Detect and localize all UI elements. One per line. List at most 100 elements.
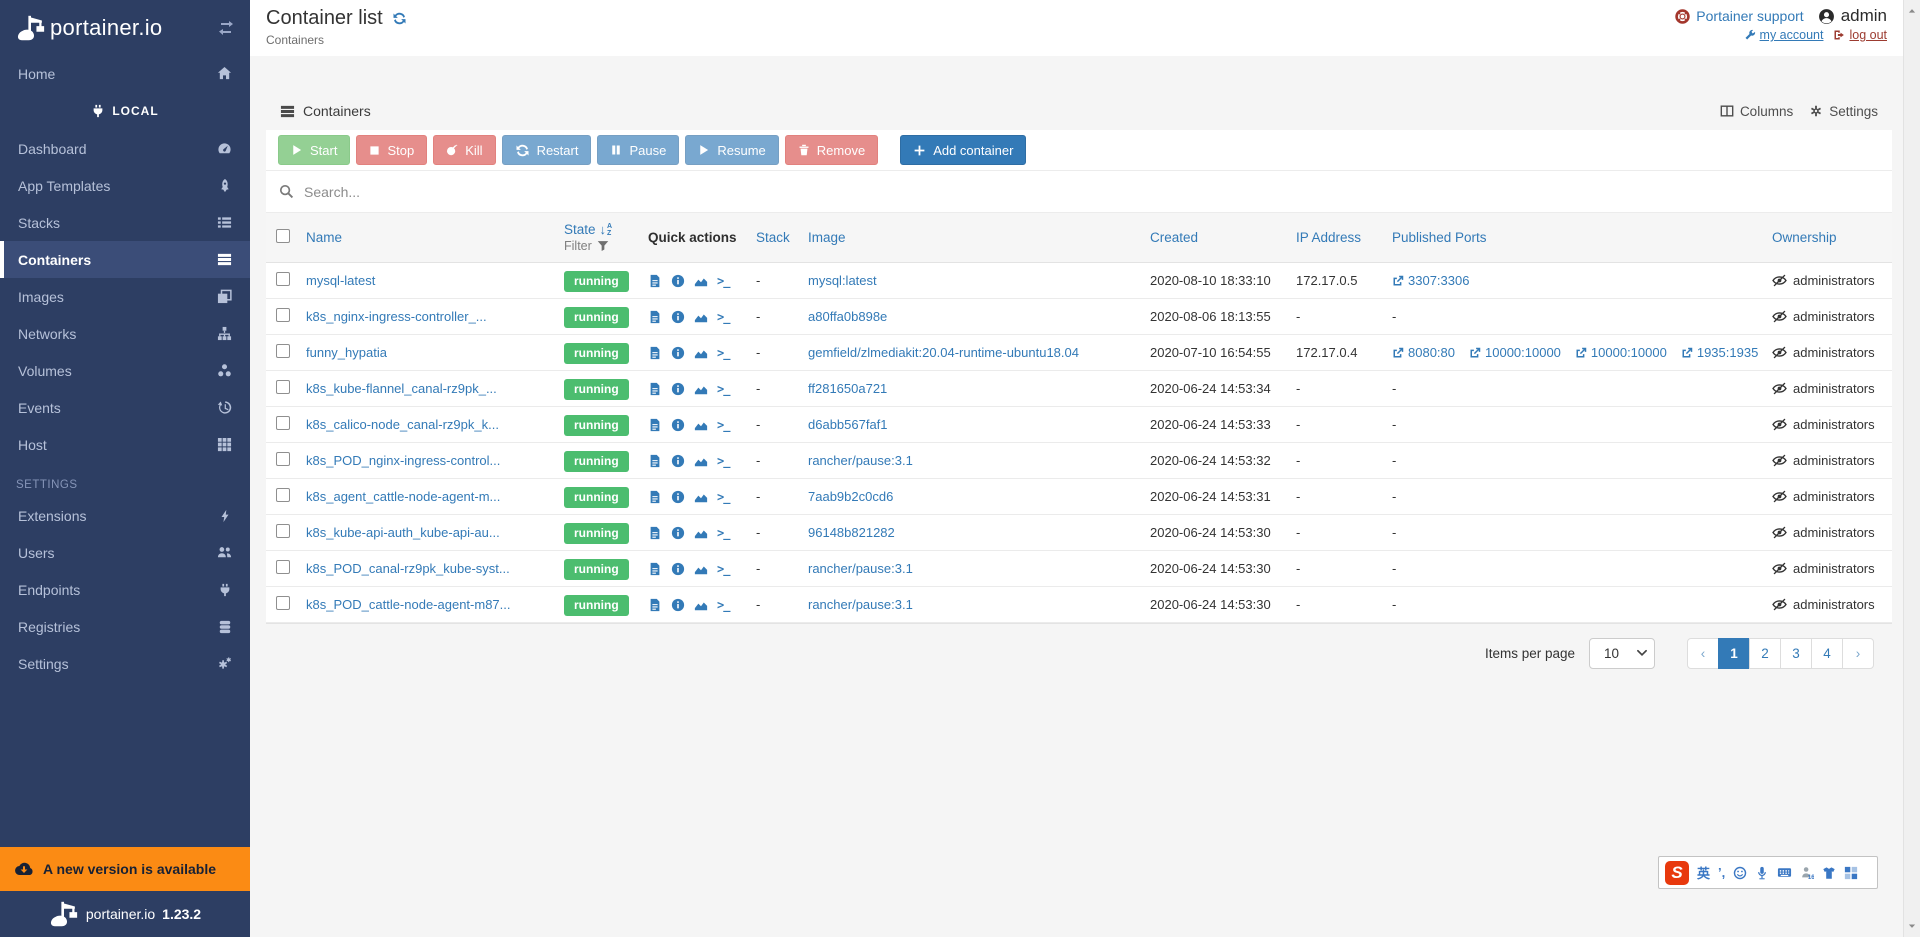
sidebar-item-dashboard[interactable]: Dashboard [0,130,250,167]
inspect-icon[interactable] [671,454,685,468]
logs-icon[interactable] [648,598,662,612]
items-per-page-select[interactable]: 10 [1589,638,1655,669]
sort-by-ports[interactable]: Published Ports [1392,230,1487,245]
console-icon[interactable]: >_ [717,526,729,540]
portainer-support-link[interactable]: Portainer support [1675,8,1803,24]
console-icon[interactable]: >_ [717,310,729,324]
container-name-link[interactable]: k8s_kube-flannel_canal-rz9pk_... [306,381,497,396]
stats-icon[interactable] [694,274,708,288]
logs-icon[interactable] [648,490,662,504]
sidebar-item-extensions[interactable]: Extensions [0,497,250,534]
microphone-icon[interactable] [1755,866,1769,880]
sidebar-collapse-icon[interactable] [218,20,234,36]
skin-shirt-icon[interactable] [1822,866,1836,880]
sort-by-ownership[interactable]: Ownership [1772,230,1837,245]
stats-icon[interactable] [694,346,708,360]
sort-by-name[interactable]: Name [306,230,342,245]
vertical-scrollbar[interactable] [1903,0,1920,937]
image-link[interactable]: a80ffa0b898e [808,309,887,324]
logs-icon[interactable] [648,562,662,576]
my-account-link[interactable]: my account [1744,28,1824,42]
stats-icon[interactable] [694,382,708,396]
container-name-link[interactable]: k8s_POD_nginx-ingress-control... [306,453,500,468]
row-checkbox[interactable] [276,416,290,430]
logs-icon[interactable] [648,382,662,396]
row-checkbox[interactable] [276,524,290,538]
sidebar-item-registries[interactable]: Registries [0,608,250,645]
row-checkbox[interactable] [276,452,290,466]
page-button-2[interactable]: 2 [1749,638,1781,669]
search-input[interactable] [304,184,1879,200]
container-name-link[interactable]: k8s_calico-node_canal-rz9pk_k... [306,417,499,432]
stats-icon[interactable] [694,454,708,468]
sidebar-item-images[interactable]: Images [0,278,250,315]
sidebar-item-settings[interactable]: Settings [0,645,250,682]
table-settings-button[interactable]: Settings [1809,104,1878,119]
row-checkbox[interactable] [276,344,290,358]
console-icon[interactable]: >_ [717,598,729,612]
row-checkbox[interactable] [276,380,290,394]
page-button-3[interactable]: 3 [1780,638,1812,669]
next-page-button[interactable]: › [1842,638,1874,669]
logs-icon[interactable] [648,346,662,360]
container-name-link[interactable]: funny_hypatia [306,345,387,360]
sidebar-item-home[interactable]: Home [0,55,250,92]
stats-icon[interactable] [694,598,708,612]
sidebar-item-endpoints[interactable]: Endpoints [0,571,250,608]
published-port-link[interactable]: 10000:10000 [1469,345,1561,360]
published-port-link[interactable]: 10000:10000 [1575,345,1667,360]
ime-language-toggle[interactable]: 英 [1697,863,1710,882]
new-version-banner[interactable]: A new version is available [0,847,250,891]
published-port-link[interactable]: 8080:80 [1392,345,1455,360]
keyboard-icon[interactable] [1777,865,1792,880]
image-link[interactable]: 96148b821282 [808,525,895,540]
logs-icon[interactable] [648,454,662,468]
console-icon[interactable]: >_ [717,562,729,576]
inspect-icon[interactable] [671,310,685,324]
page-button-4[interactable]: 4 [1811,638,1843,669]
add-container-button[interactable]: Add container [900,135,1026,165]
pause-button[interactable]: Pause [597,135,679,165]
stats-icon[interactable] [694,562,708,576]
row-checkbox[interactable] [276,560,290,574]
sidebar-item-app-templates[interactable]: App Templates [0,167,250,204]
container-name-link[interactable]: mysql-latest [306,273,375,288]
scroll-up-icon[interactable] [1907,6,1917,16]
sidebar-item-containers[interactable]: Containers [0,241,250,278]
console-icon[interactable]: >_ [717,346,729,360]
container-name-link[interactable]: k8s_kube-api-auth_kube-api-au... [306,525,500,540]
image-link[interactable]: gemfield/zlmediakit:20.04-runtime-ubuntu… [808,345,1079,360]
log-out-link[interactable]: log out [1833,28,1887,42]
logs-icon[interactable] [648,310,662,324]
console-icon[interactable]: >_ [717,418,729,432]
resume-button[interactable]: Resume [685,135,778,165]
container-name-link[interactable]: k8s_nginx-ingress-controller_... [306,309,487,324]
stop-button[interactable]: Stop [356,135,427,165]
console-icon[interactable]: >_ [717,490,729,504]
page-button-1[interactable]: 1 [1718,638,1750,669]
state-filter-button[interactable]: Filter [564,239,648,253]
select-all-checkbox[interactable] [276,229,290,243]
inspect-icon[interactable] [671,526,685,540]
start-button[interactable]: Start [278,135,350,165]
inspect-icon[interactable] [671,382,685,396]
image-link[interactable]: rancher/pause:3.1 [808,561,913,576]
row-checkbox[interactable] [276,272,290,286]
sort-by-stack[interactable]: Stack [756,230,790,245]
ime-menu-grid-icon[interactable] [1844,866,1858,880]
ime-user-icon[interactable]: 16 [1800,866,1814,880]
columns-button[interactable]: Columns [1720,104,1793,119]
image-link[interactable]: 7aab9b2c0cd6 [808,489,893,504]
image-link[interactable]: rancher/pause:3.1 [808,453,913,468]
sidebar-item-networks[interactable]: Networks [0,315,250,352]
console-icon[interactable]: >_ [717,382,729,396]
inspect-icon[interactable] [671,598,685,612]
stats-icon[interactable] [694,418,708,432]
container-name-link[interactable]: k8s_agent_cattle-node-agent-m... [306,489,500,504]
console-icon[interactable]: >_ [717,454,729,468]
inspect-icon[interactable] [671,418,685,432]
inspect-icon[interactable] [671,346,685,360]
image-link[interactable]: d6abb567faf1 [808,417,888,432]
inspect-icon[interactable] [671,490,685,504]
sort-by-state[interactable]: State [564,222,596,237]
